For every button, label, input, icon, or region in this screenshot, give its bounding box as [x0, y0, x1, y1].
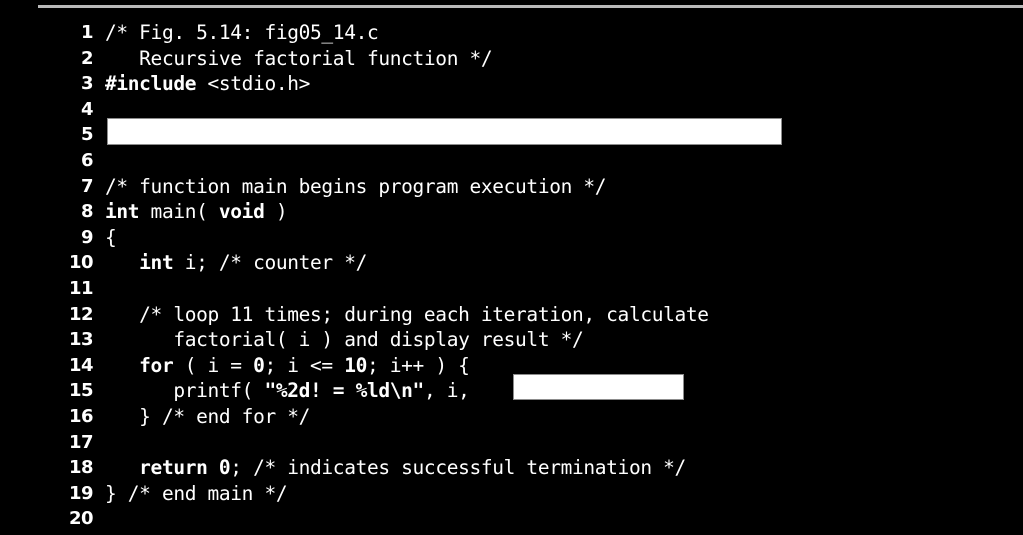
line-number: 5 [80, 124, 94, 146]
code-span: /* Fig. 5.14: fig05_14.c [105, 21, 379, 44]
code-keyword: 0 [253, 353, 265, 377]
code-span: factorial( i ) and display result */ [105, 328, 584, 352]
code-line: 14 for ( i = 0; i <= 10; i++ ) { [0, 353, 1023, 379]
code-span: } /* end for */ [105, 404, 311, 428]
code-span: <stdio.h> [196, 72, 311, 96]
line-number: 11 [68, 277, 94, 299]
line-number: 13 [68, 329, 94, 351]
line-number: 9 [80, 226, 94, 248]
figure-top-rule [38, 5, 1023, 8]
code-line: 2 Recursive factorial function */ [0, 46, 1023, 72]
code-span: ; i++ ) { [366, 353, 470, 377]
line-number: 16 [68, 405, 94, 427]
line-number: 6 [80, 149, 94, 171]
code-line: 12 /* loop 11 times; during each iterati… [0, 302, 1023, 328]
code-line-text: } /* end for */ [105, 404, 310, 430]
code-span [105, 456, 139, 479]
line-number: 2 [80, 47, 94, 69]
line-number: 4 [80, 98, 94, 120]
code-line-text: return 0; /* indicates successful termin… [105, 455, 686, 481]
line-number: 3 [80, 73, 94, 95]
code-lines-container: 1/* Fig. 5.14: fig05_14.c 2 Recursive fac… [0, 20, 1023, 532]
code-line-text: /* function main begins program executio… [105, 174, 607, 200]
code-keyword: "%2d! = %ld\n" [264, 379, 424, 403]
code-line: 9{ [0, 225, 1023, 251]
line-number: 10 [68, 252, 94, 274]
blank-answer-box-line-5[interactable] [107, 118, 782, 145]
code-line-text: Recursive factorial function */ [105, 46, 492, 72]
code-line-text: #include <stdio.h> [105, 71, 310, 97]
code-line-text: int i; /* counter */ [105, 250, 367, 276]
code-listing-figure: 1/* Fig. 5.14: fig05_14.c 2 Recursive fac… [0, 0, 1023, 535]
code-line-text: factorial( i ) and display result */ [105, 327, 583, 353]
code-line-text: /* loop 11 times; during each iteration,… [105, 302, 709, 328]
code-span: /* loop 11 times; during each iteration,… [105, 302, 709, 326]
code-line: 15 printf( "%2d! = %ld\n", i, ); [0, 378, 1023, 404]
line-number: 8 [80, 201, 94, 223]
code-line: 19 } /* end main */ [0, 481, 1023, 507]
code-keyword: void [218, 200, 265, 224]
code-line: 13 factorial( i ) and display result */ [0, 327, 1023, 353]
code-span: ; i <= [264, 353, 345, 377]
code-span: i; /* counter */ [173, 251, 368, 275]
code-line-text: int main( void ) [105, 199, 288, 225]
code-line: 17 [0, 430, 1023, 456]
code-line: 20 [0, 506, 1023, 532]
code-span [105, 251, 139, 274]
code-line-text: /* Fig. 5.14: fig05_14.c [105, 20, 379, 46]
code-line: 8 int main( void ) [0, 199, 1023, 225]
code-span: } /* end main */ [105, 481, 288, 505]
code-keyword: for [139, 353, 174, 377]
code-line: 7 /* function main begins program executi… [0, 174, 1023, 200]
code-line: 1 /* Fig. 5.14: fig05_14.c [0, 20, 1023, 46]
code-line-text: { [105, 225, 117, 251]
line-number: 18 [68, 457, 94, 479]
code-line: 3 #include <stdio.h> [0, 71, 1023, 97]
code-line: 18 return 0; /* indicates successful ter… [0, 455, 1023, 481]
code-line: 6 [0, 148, 1023, 174]
code-line-text: } /* end main */ [105, 481, 288, 507]
code-keyword: int [139, 251, 174, 275]
code-line: 16 } /* end for */ [0, 404, 1023, 430]
code-span: Recursive factorial function */ [105, 46, 493, 70]
line-number: 20 [68, 508, 94, 530]
code-span: ) [264, 200, 288, 224]
code-keyword: #include [105, 72, 197, 96]
code-span: /* function main begins program executio… [105, 174, 607, 198]
code-span: printf( [105, 379, 265, 403]
code-span: ; /* indicates successful termination */ [230, 456, 686, 480]
line-number: 15 [68, 380, 94, 402]
code-keyword: return 0 [139, 456, 231, 480]
line-number: 14 [68, 354, 94, 376]
line-number: 17 [68, 431, 94, 453]
line-number: 12 [68, 303, 94, 325]
line-number: 1 [80, 22, 94, 43]
line-number: 19 [68, 482, 94, 504]
blank-answer-box-line-15[interactable] [513, 374, 684, 400]
code-line: 10 int i; /* counter */ [0, 250, 1023, 276]
line-number: 7 [80, 175, 94, 197]
code-keyword: int [105, 200, 140, 224]
code-span: { [105, 225, 117, 249]
code-span [105, 354, 139, 377]
code-span: ( i = [173, 353, 254, 377]
code-line-text: for ( i = 0; i <= 10; i++ ) { [105, 353, 470, 379]
code-span: main( [139, 200, 219, 224]
code-keyword: 10 [344, 353, 367, 377]
code-line: 11 [0, 276, 1023, 302]
